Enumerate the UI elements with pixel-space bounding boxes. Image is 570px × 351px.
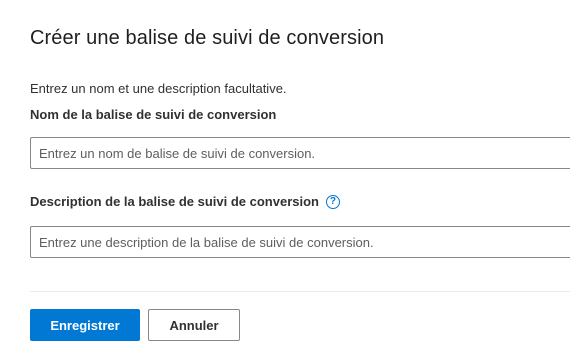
intro-text: Entrez un nom et une description faculta… [30, 81, 287, 96]
dialog-title: Créer une balise de suivi de conversion [30, 27, 385, 49]
save-button[interactable]: Enregistrer [30, 309, 140, 341]
description-field-label-row: Description de la balise de suivi de con… [30, 194, 340, 209]
description-input[interactable] [30, 226, 570, 258]
cancel-button[interactable]: Annuler [148, 309, 240, 341]
description-field-label: Description de la balise de suivi de con… [30, 194, 319, 209]
question-circle-icon[interactable]: ? [325, 194, 340, 209]
name-field-label: Nom de la balise de suivi de conversion [30, 107, 277, 122]
footer-divider [30, 291, 570, 292]
name-input[interactable] [30, 137, 570, 169]
